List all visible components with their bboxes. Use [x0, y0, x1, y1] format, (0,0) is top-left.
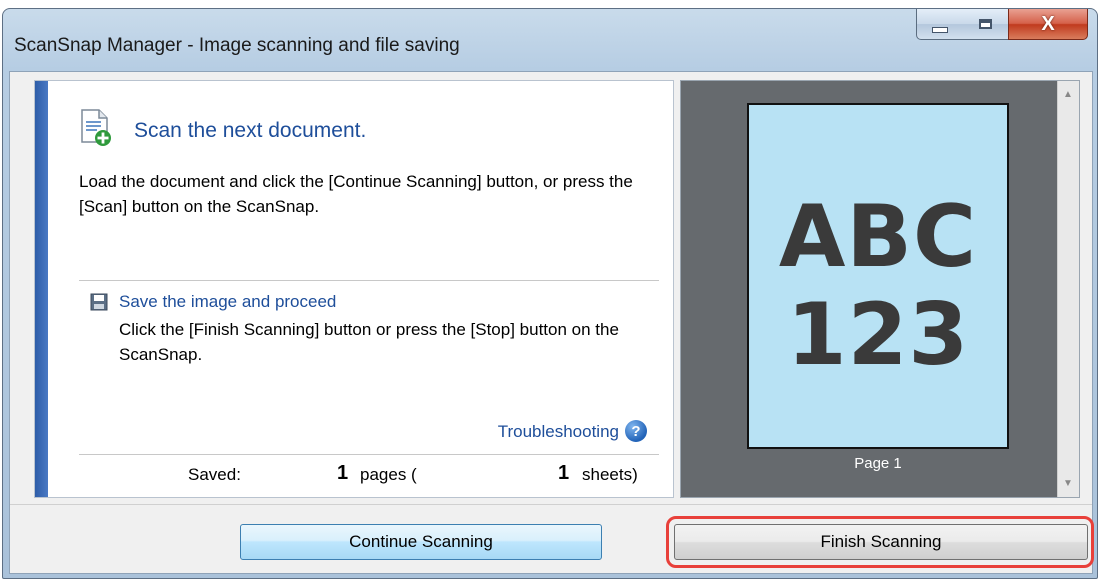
- window-title: ScanSnap Manager - Image scanning and fi…: [14, 35, 460, 56]
- save-and-proceed-description: Click the [Finish Scanning] button or pr…: [119, 320, 619, 364]
- pages-label: pages (: [360, 465, 417, 484]
- continue-scanning-button[interactable]: Continue Scanning: [240, 524, 602, 560]
- minimize-button[interactable]: [916, 9, 964, 40]
- preview-scrollbar[interactable]: ▲ ▼: [1057, 81, 1079, 497]
- finish-scanning-button[interactable]: Finish Scanning: [674, 524, 1088, 560]
- close-button[interactable]: X: [1008, 9, 1088, 40]
- section-divider: [79, 280, 659, 281]
- page-label: Page 1: [854, 455, 902, 472]
- dialog-body: Scan the next document. Load the documen…: [9, 71, 1094, 574]
- page-thumbnail[interactable]: ABC 123: [747, 103, 1009, 449]
- panel-accent-stripe: [35, 81, 48, 497]
- thumbnail-text-line-2: 123: [786, 285, 970, 385]
- sheets-label: sheets): [582, 465, 638, 484]
- close-icon: X: [1041, 13, 1055, 35]
- scansnap-window: ScanSnap Manager - Image scanning and fi…: [2, 8, 1098, 579]
- scroll-up-arrow-icon[interactable]: ▲: [1063, 89, 1073, 100]
- saved-label: Saved:: [188, 465, 241, 484]
- thumbnail-text-line-1: ABC: [778, 187, 978, 287]
- button-area-divider: [10, 504, 1092, 505]
- status-divider: [79, 454, 659, 455]
- minimize-icon: [932, 27, 948, 33]
- saved-pages-count: 1: [337, 462, 349, 484]
- troubleshooting-link[interactable]: Troubleshooting: [498, 422, 619, 442]
- scan-preview-pane[interactable]: ABC 123 Page 1 ▲ ▼: [680, 80, 1080, 498]
- help-icon[interactable]: ?: [625, 420, 647, 442]
- add-document-icon: [81, 109, 111, 146]
- scan-next-description: Load the document and click the [Continu…: [79, 172, 633, 216]
- save-icon: [90, 293, 108, 311]
- saved-sheets-count: 1: [558, 462, 570, 484]
- maximize-button[interactable]: [963, 9, 1009, 40]
- scroll-down-arrow-icon[interactable]: ▼: [1063, 478, 1073, 489]
- instruction-panel: Scan the next document. Load the documen…: [34, 80, 674, 498]
- scan-next-heading: Scan the next document.: [134, 119, 367, 142]
- maximize-icon: [979, 19, 992, 29]
- save-and-proceed-title: Save the image and proceed: [119, 292, 337, 311]
- title-bar[interactable]: ScanSnap Manager - Image scanning and fi…: [3, 9, 1097, 71]
